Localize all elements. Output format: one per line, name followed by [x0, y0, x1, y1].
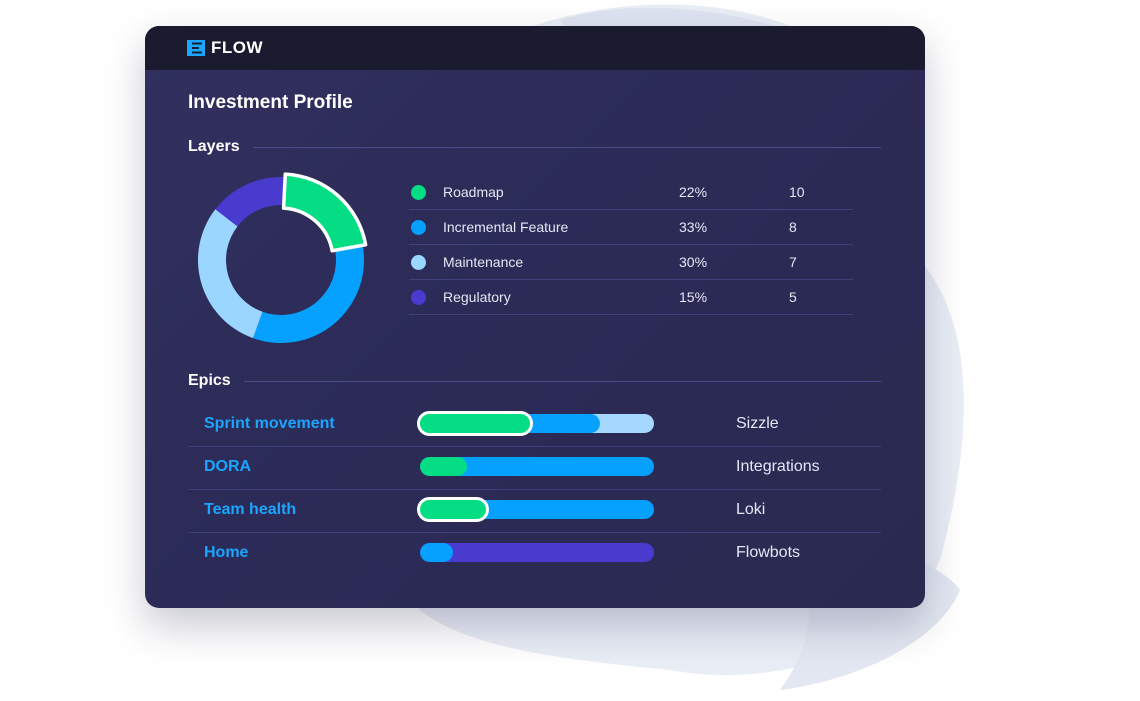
page-title: Investment Profile	[188, 92, 353, 113]
epic-row-sprint-movement[interactable]: Sprint movement Sizzle	[188, 404, 881, 447]
bar-segment-green-highlighted[interactable]	[417, 411, 533, 436]
layers-section-header: Layers	[188, 137, 881, 157]
legend-count: 10	[789, 184, 805, 200]
legend-count: 7	[789, 254, 797, 270]
epic-team: Integrations	[736, 458, 820, 475]
legend-dot	[411, 255, 426, 270]
flow-logo-icon	[187, 40, 205, 56]
brand-logo[interactable]: FLOW	[187, 38, 263, 58]
legend-percent: 22%	[679, 184, 708, 200]
epic-row-team-health[interactable]: Team health Loki	[188, 490, 881, 533]
epic-progress-bar	[417, 411, 654, 436]
epic-progress-bar	[417, 497, 654, 522]
epic-team: Loki	[736, 501, 766, 518]
legend-dot	[411, 220, 426, 235]
layers-heading: Layers	[188, 138, 240, 155]
bar-segment-green	[420, 457, 467, 476]
layers-legend: Roadmap 22% 10 Incremental Feature 33% 8…	[409, 175, 853, 315]
legend-count: 8	[789, 219, 797, 235]
epic-progress-bar	[420, 457, 654, 476]
legend-row-roadmap[interactable]: Roadmap 22% 10	[409, 175, 853, 210]
investment-profile-card: FLOW Investment Profile Layers Roadmap 2…	[145, 26, 925, 608]
legend-dot	[411, 290, 426, 305]
legend-dot	[411, 185, 426, 200]
legend-row-regulatory[interactable]: Regulatory 15% 5	[409, 280, 853, 315]
bar-segment-blue	[420, 543, 453, 562]
legend-percent: 15%	[679, 289, 708, 305]
legend-percent: 30%	[679, 254, 708, 270]
epic-link[interactable]: Home	[204, 544, 248, 562]
epic-row-dora[interactable]: DORA Integrations	[188, 447, 881, 490]
epic-team: Flowbots	[736, 544, 801, 561]
legend-label: Maintenance	[443, 254, 524, 270]
epics-section-header: Epics	[188, 371, 881, 391]
legend-row-maintenance[interactable]: Maintenance 30% 7	[409, 245, 853, 280]
donut-slice-incremental-feature[interactable]	[252, 246, 364, 343]
epic-link[interactable]: DORA	[204, 458, 251, 476]
legend-label: Regulatory	[443, 289, 511, 305]
legend-count: 5	[789, 289, 797, 305]
top-bar: FLOW	[145, 26, 925, 70]
epic-team: Sizzle	[736, 415, 779, 432]
legend-percent: 33%	[679, 219, 708, 235]
brand-name: FLOW	[211, 38, 264, 57]
epic-link[interactable]: Sprint movement	[204, 415, 335, 433]
epic-progress-bar	[420, 543, 654, 562]
epics-list: Sprint movement Sizzle DORA Integrations…	[188, 404, 881, 575]
layers-donut-chart	[198, 172, 368, 343]
donut-slice-roadmap[interactable]	[281, 172, 368, 253]
epic-row-home[interactable]: Home Flowbots	[188, 533, 881, 575]
epics-heading: Epics	[188, 372, 231, 389]
legend-label: Roadmap	[443, 184, 504, 200]
bar-segment-green-highlighted[interactable]	[417, 497, 489, 522]
section-divider	[243, 380, 881, 382]
epic-link[interactable]: Team health	[204, 501, 296, 519]
section-divider	[252, 146, 881, 148]
legend-label: Incremental Feature	[443, 219, 569, 235]
legend-row-incremental-feature[interactable]: Incremental Feature 33% 8	[409, 210, 853, 245]
donut-slice-maintenance[interactable]	[198, 209, 263, 339]
